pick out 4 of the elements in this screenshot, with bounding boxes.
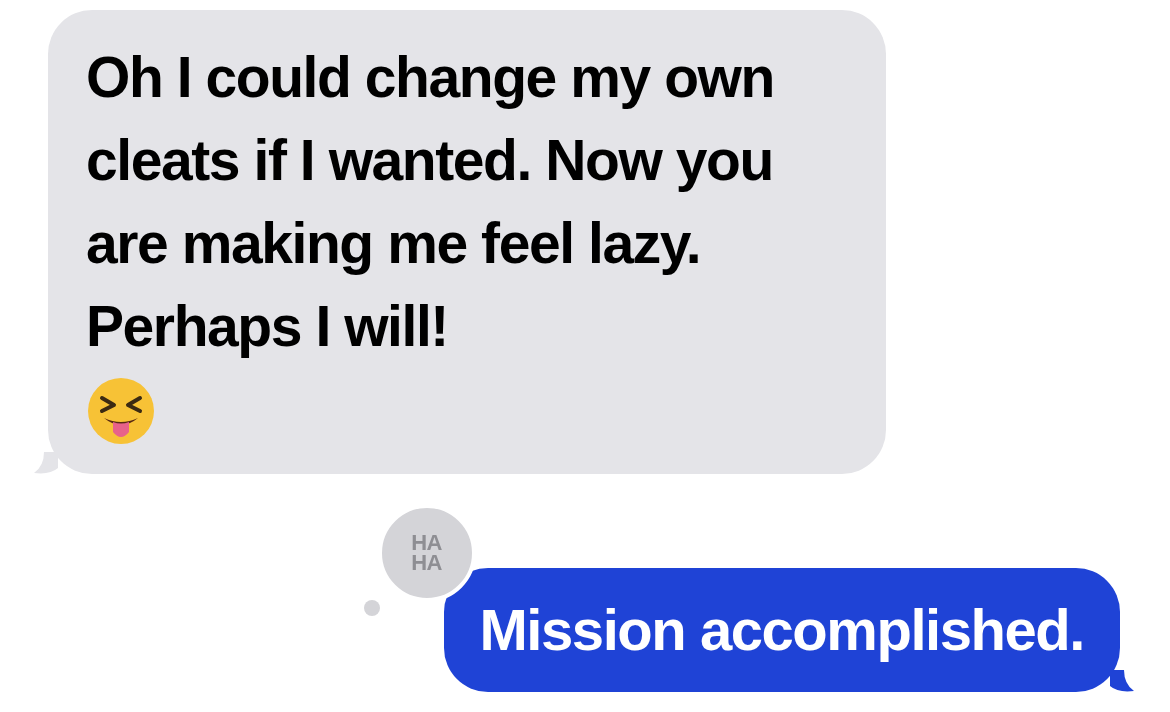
message-text: Mission accomplished. [479,596,1084,664]
message-text: Oh I could change my own cleats if I wanted. Now you are making me feel lazy. Perhaps I will! [86,44,775,360]
reaction-text: HA [411,553,442,573]
reaction-text: HA [411,533,442,553]
